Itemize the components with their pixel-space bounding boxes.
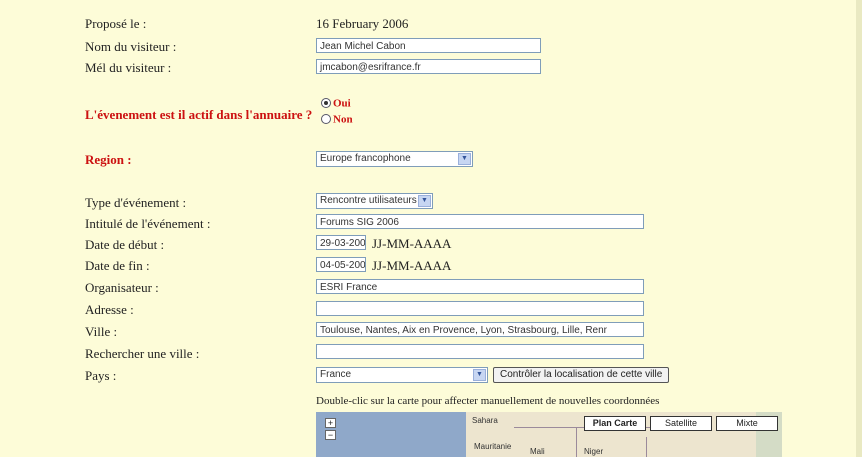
intitule-input[interactable]: Forums SIG 2006 bbox=[316, 214, 644, 229]
map-place-mauritanie: Mauritanie bbox=[474, 442, 512, 451]
ville-input[interactable]: Toulouse, Nantes, Aix en Provence, Lyon,… bbox=[316, 322, 644, 337]
zoom-in-icon[interactable]: + bbox=[325, 418, 336, 428]
label-region: Region : bbox=[85, 152, 132, 167]
controler-localisation-button[interactable]: Contrôler la localisation de cette ville bbox=[493, 367, 670, 383]
map-type-mixte-button[interactable]: Mixte bbox=[716, 416, 778, 431]
radio-non[interactable]: Non bbox=[321, 113, 353, 125]
label-rechercher-ville: Rechercher une ville : bbox=[85, 346, 200, 361]
map-place-mali: Mali bbox=[530, 447, 545, 456]
label-intitule: Intitulé de l'événement : bbox=[85, 216, 211, 231]
label-date-debut: Date de début : bbox=[85, 237, 165, 252]
map-border bbox=[646, 437, 647, 457]
label-mel-visiteur: Mél du visiteur : bbox=[85, 60, 172, 75]
label-adresse: Adresse : bbox=[85, 302, 134, 317]
region-select[interactable]: Europe francophone ▼ bbox=[316, 151, 473, 167]
mel-visiteur-input[interactable]: jmcabon@esrifrance.fr bbox=[316, 59, 541, 74]
map-type-satellite-button[interactable]: Satellite bbox=[650, 416, 712, 431]
label-propose-le: Proposé le : bbox=[85, 16, 147, 31]
radio-oui-dot[interactable] bbox=[321, 98, 331, 109]
zoom-out-icon[interactable]: − bbox=[325, 430, 336, 440]
label-ville: Ville : bbox=[85, 324, 118, 339]
map-view[interactable]: Sahara Mauritanie Mali Niger + − Plan Ca… bbox=[316, 412, 782, 457]
type-evenement-select-value: Rencontre utilisateurs bbox=[320, 195, 417, 206]
label-actif: L'évenement est il actif dans l'annuaire… bbox=[85, 107, 313, 122]
nom-visiteur-input[interactable]: Jean Michel Cabon bbox=[316, 38, 541, 53]
pays-select-value: France bbox=[320, 369, 352, 380]
date-fin-input[interactable]: 04-05-2006 bbox=[316, 257, 366, 272]
value-propose-le: 16 February 2006 bbox=[316, 16, 409, 31]
adresse-input[interactable] bbox=[316, 301, 644, 316]
organisateur-input[interactable]: ESRI France bbox=[316, 279, 644, 294]
map-border bbox=[576, 427, 577, 457]
label-date-fin: Date de fin : bbox=[85, 258, 150, 273]
pays-select[interactable]: France ▼ bbox=[316, 367, 488, 383]
right-edge-stripe bbox=[856, 0, 862, 457]
type-evenement-select[interactable]: Rencontre utilisateurs ▼ bbox=[316, 193, 433, 209]
radio-non-label: Non bbox=[333, 113, 353, 126]
label-organisateur: Organisateur : bbox=[85, 280, 159, 295]
chevron-down-icon[interactable]: ▼ bbox=[458, 153, 471, 165]
chevron-down-icon[interactable]: ▼ bbox=[473, 369, 486, 381]
region-select-value: Europe francophone bbox=[320, 153, 411, 164]
date-debut-format: JJ-MM-AAAA bbox=[372, 236, 452, 251]
date-fin-format: JJ-MM-AAAA bbox=[372, 258, 452, 273]
label-type-evenement: Type d'événement : bbox=[85, 195, 187, 210]
radio-oui[interactable]: Oui bbox=[321, 97, 351, 109]
label-nom-visiteur: Nom du visiteur : bbox=[85, 39, 177, 54]
date-debut-input[interactable]: 29-03-2006 bbox=[316, 235, 366, 250]
radio-non-dot[interactable] bbox=[321, 114, 331, 125]
map-instruction: Double-clic sur la carte pour affecter m… bbox=[316, 395, 660, 407]
map-type-plan-button[interactable]: Plan Carte bbox=[584, 416, 646, 431]
label-pays: Pays : bbox=[85, 368, 117, 383]
rechercher-ville-input[interactable] bbox=[316, 344, 644, 359]
radio-oui-label: Oui bbox=[333, 97, 351, 110]
map-place-niger: Niger bbox=[584, 447, 604, 456]
chevron-down-icon[interactable]: ▼ bbox=[418, 195, 431, 207]
map-place-sahara: Sahara bbox=[472, 416, 498, 425]
